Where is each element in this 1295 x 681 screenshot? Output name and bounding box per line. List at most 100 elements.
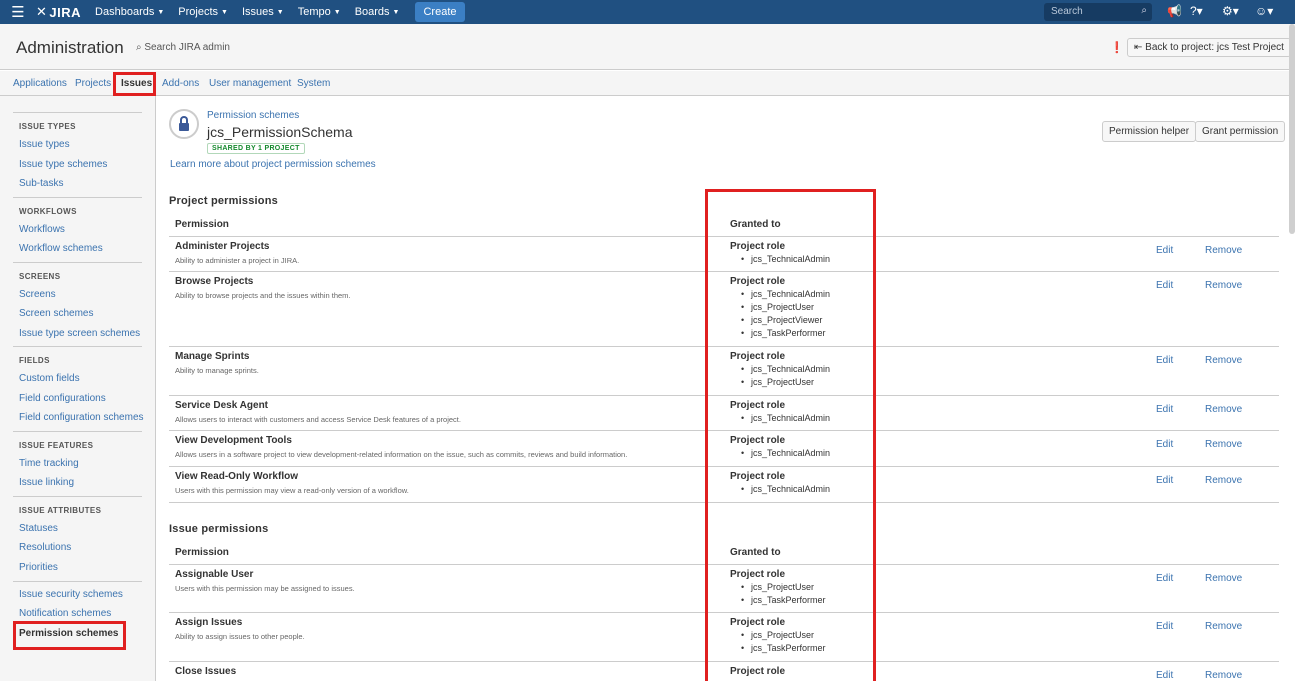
nav-issues[interactable]: Issues ▼ <box>242 6 284 18</box>
sidebar-item-time-tracking[interactable]: Time tracking <box>19 458 79 469</box>
remove-permission-link[interactable]: Remove <box>1205 245 1242 256</box>
shared-badge[interactable]: SHARED BY 1 PROJECT <box>207 143 305 154</box>
sidebar-header-workflows: WORKFLOWS <box>19 207 77 216</box>
permission-name: View Development Tools <box>175 435 292 446</box>
notifications-megaphone-icon[interactable]: 📢 <box>1167 4 1182 18</box>
permission-name: Manage Sprints <box>175 351 250 362</box>
sidebar-item-field-configuration-schemes[interactable]: Field configuration schemes <box>19 412 144 423</box>
admin-sidebar: ISSUE TYPES Issue types Issue type schem… <box>0 96 156 681</box>
jira-logo-mark-icon: ✕ <box>36 4 48 19</box>
sidebar-item-priorities[interactable]: Priorities <box>19 562 58 573</box>
sidebar-divider <box>13 197 142 198</box>
edit-permission-link[interactable]: Edit <box>1156 670 1173 681</box>
edit-permission-link[interactable]: Edit <box>1156 245 1173 256</box>
edit-permission-link[interactable]: Edit <box>1156 475 1173 486</box>
permission-description: Users with this permission may be assign… <box>175 584 355 593</box>
tab-system[interactable]: System <box>297 78 330 89</box>
search-icon: ⌕ <box>136 42 142 53</box>
user-avatar[interactable]: ☺▾ <box>1255 4 1273 18</box>
remove-permission-link[interactable]: Remove <box>1205 280 1242 291</box>
sidebar-item-issue-linking[interactable]: Issue linking <box>19 477 74 488</box>
sidebar-item-custom-fields[interactable]: Custom fields <box>19 373 80 384</box>
jira-logo[interactable]: ✕ JIRA <box>36 4 81 20</box>
permission-description: Ability to browse projects and the issue… <box>175 291 351 300</box>
sidebar-divider <box>13 112 142 113</box>
sidebar-item-sub-tasks[interactable]: Sub-tasks <box>19 178 63 189</box>
sidebar-item-field-configurations[interactable]: Field configurations <box>19 393 106 404</box>
admin-tabs: Applications Projects Issues Add-ons Use… <box>0 71 1295 96</box>
page-scrollbar[interactable] <box>1289 24 1295 234</box>
sidebar-item-workflows[interactable]: Workflows <box>19 224 65 235</box>
create-button[interactable]: Create <box>415 2 465 22</box>
sidebar-header-issue-types: ISSUE TYPES <box>19 122 76 131</box>
sidebar-item-statuses[interactable]: Statuses <box>19 523 58 534</box>
permission-description: Allows users in a software project to vi… <box>175 450 628 459</box>
chevron-down-icon: ▼ <box>392 8 400 16</box>
nav-projects[interactable]: Projects ▼ <box>178 6 228 18</box>
admin-header: Administration ⌕ Search JIRA admin ❗ ⇤ B… <box>0 24 1295 70</box>
sidebar-item-screens[interactable]: Screens <box>19 289 56 300</box>
sidebar-item-workflow-schemes[interactable]: Workflow schemes <box>19 243 103 254</box>
sidebar-item-screen-schemes[interactable]: Screen schemes <box>19 308 93 319</box>
edit-permission-link[interactable]: Edit <box>1156 621 1173 632</box>
permission-name: View Read-Only Workflow <box>175 471 298 482</box>
tab-add-ons[interactable]: Add-ons <box>162 78 199 89</box>
sidebar-header-issue-features: ISSUE FEATURES <box>19 441 94 450</box>
nav-dashboards[interactable]: Dashboards ▼ <box>95 6 164 18</box>
sidebar-item-issue-security-schemes[interactable]: Issue security schemes <box>19 589 123 600</box>
remove-permission-link[interactable]: Remove <box>1205 355 1242 366</box>
tab-applications[interactable]: Applications <box>13 78 67 89</box>
nav-tempo[interactable]: Tempo ▼ <box>298 6 341 18</box>
remove-permission-link[interactable]: Remove <box>1205 439 1242 450</box>
help-icon[interactable]: ?▾ <box>1190 4 1203 18</box>
sidebar-divider <box>13 262 142 263</box>
chevron-down-icon: ▼ <box>221 8 228 16</box>
highlight-granted-column <box>705 189 876 681</box>
sidebar-item-notification-schemes[interactable]: Notification schemes <box>19 608 111 619</box>
edit-permission-link[interactable]: Edit <box>1156 439 1173 450</box>
permission-description: Allows users to interact with customers … <box>175 415 461 424</box>
sidebar-item-issue-type-schemes[interactable]: Issue type schemes <box>19 159 107 170</box>
permission-description: Ability to assign issues to other people… <box>175 632 305 641</box>
global-search-input[interactable]: Search ⌕ <box>1044 3 1152 21</box>
permission-name: Assignable User <box>175 569 254 580</box>
remove-permission-link[interactable]: Remove <box>1205 404 1242 415</box>
sidebar-item-issue-type-screen-schemes[interactable]: Issue type screen schemes <box>19 328 140 339</box>
learn-more-link[interactable]: Learn more about project permission sche… <box>170 159 376 170</box>
sidebar-divider <box>13 581 142 582</box>
sidebar-divider <box>13 431 142 432</box>
chevron-down-icon: ▼ <box>333 8 341 16</box>
feedback-icon[interactable]: ❗ <box>1110 41 1124 54</box>
edit-permission-link[interactable]: Edit <box>1156 355 1173 366</box>
remove-permission-link[interactable]: Remove <box>1205 573 1242 584</box>
permission-column-header: Permission <box>175 219 229 230</box>
edit-permission-link[interactable]: Edit <box>1156 573 1173 584</box>
remove-permission-link[interactable]: Remove <box>1205 621 1242 632</box>
edit-permission-link[interactable]: Edit <box>1156 404 1173 415</box>
scheme-title: jcs_PermissionSchema <box>207 124 353 140</box>
grant-permission-button[interactable]: Grant permission <box>1195 121 1286 142</box>
edit-permission-link[interactable]: Edit <box>1156 280 1173 291</box>
gear-icon[interactable]: ⚙▾ <box>1222 4 1239 18</box>
permission-description: Ability to manage sprints. <box>175 366 259 375</box>
back-to-project-button[interactable]: ⇤ Back to project: jcs Test Project <box>1127 38 1291 57</box>
tab-user-management[interactable]: User management <box>209 78 291 89</box>
sidebar-header-screens: SCREENS <box>19 272 61 281</box>
lock-icon <box>169 109 199 139</box>
permission-description: Users with this permission may view a re… <box>175 486 409 495</box>
remove-permission-link[interactable]: Remove <box>1205 475 1242 486</box>
sidebar-item-resolutions[interactable]: Resolutions <box>19 542 71 553</box>
project-permissions-heading: Project permissions <box>169 195 278 207</box>
sidebar-divider <box>13 496 142 497</box>
sidebar-item-issue-types[interactable]: Issue types <box>19 139 70 150</box>
tab-projects[interactable]: Projects <box>75 78 111 89</box>
breadcrumb[interactable]: Permission schemes <box>207 110 299 121</box>
admin-search-link[interactable]: ⌕ Search JIRA admin <box>136 42 230 53</box>
page-title: Administration <box>16 38 124 57</box>
top-nav-bar: ☰ ✕ JIRA Dashboards ▼ Projects ▼ Issues ▼ T… <box>0 0 1295 24</box>
sidebar-header-issue-attributes: ISSUE ATTRIBUTES <box>19 506 102 515</box>
nav-boards[interactable]: Boards ▼ <box>355 6 400 18</box>
remove-permission-link[interactable]: Remove <box>1205 670 1242 681</box>
permission-helper-button[interactable]: Permission helper <box>1102 121 1197 142</box>
app-switcher-icon[interactable]: ☰ <box>0 3 36 21</box>
